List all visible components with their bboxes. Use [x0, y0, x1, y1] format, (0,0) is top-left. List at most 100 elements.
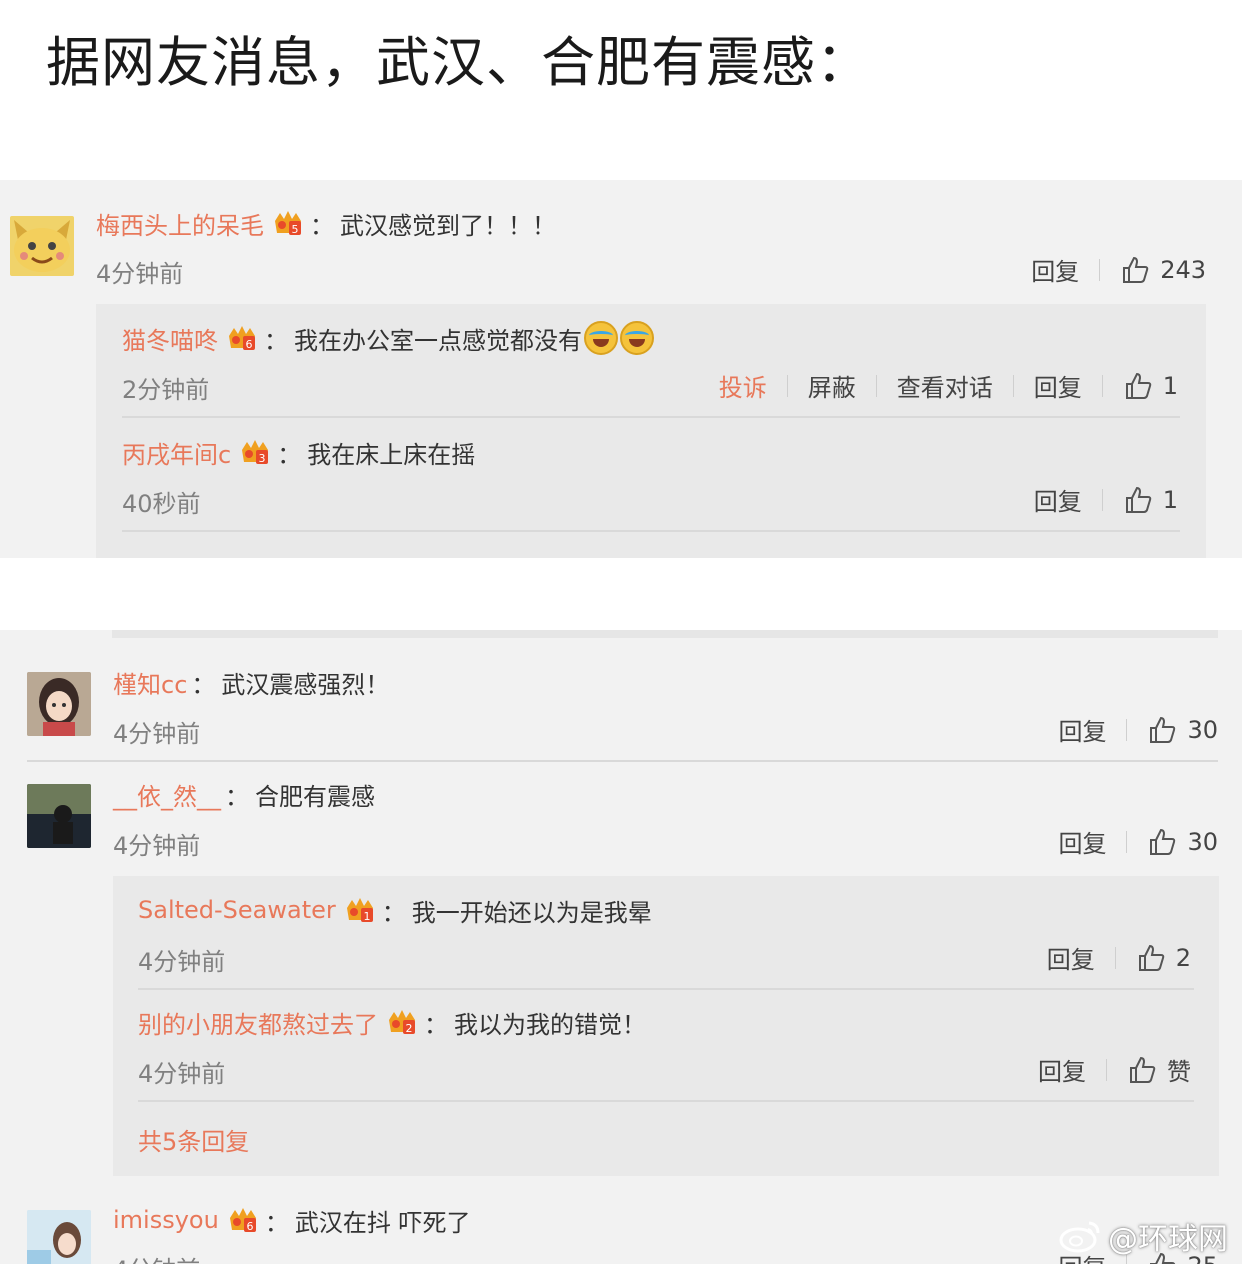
- like-button[interactable]: 1: [1123, 485, 1178, 515]
- reply-button[interactable]: 回复: [1038, 1052, 1086, 1087]
- like-count: 243: [1160, 255, 1206, 284]
- reply-header: Salted-Seawater 1 ： 我一开始还以为是我晕: [138, 892, 652, 928]
- comment-time: 4分钟前: [113, 832, 201, 860]
- laugh-cry-emoji-icon: [620, 321, 654, 355]
- like-count: 2: [1175, 943, 1191, 972]
- vip-badge-icon: 5: [272, 209, 304, 237]
- reply-button[interactable]: 回复: [1058, 824, 1106, 859]
- comment-text: 武汉感觉到了！！！: [340, 211, 556, 240]
- avatar[interactable]: [27, 1210, 91, 1264]
- username[interactable]: Salted-Seawater: [138, 896, 336, 924]
- vip-badge-icon: 6: [226, 324, 258, 352]
- comment-time: 4分钟前: [113, 720, 201, 748]
- username[interactable]: imissyou: [113, 1206, 219, 1234]
- reply-button[interactable]: 回复: [1058, 712, 1106, 747]
- reply-actions: 回复 1: [1034, 482, 1178, 517]
- like-button[interactable]: 30: [1147, 827, 1218, 857]
- divider: [138, 1100, 1194, 1102]
- reply-actions: 回复 2: [1047, 940, 1191, 975]
- username[interactable]: 猫冬喵咚: [122, 321, 218, 356]
- reply-text: 我在办公室一点感觉都没有: [294, 326, 582, 355]
- divider: [138, 988, 1194, 990]
- svg-text:1: 1: [363, 910, 370, 923]
- thumbs-up-icon: [1123, 256, 1149, 283]
- reply-header: 猫冬喵咚 6 ： 我在办公室一点感觉都没有: [122, 320, 654, 356]
- comment-header: imissyou 6 ： 武汉在抖 吓死了: [113, 1202, 470, 1238]
- reply-actions: 投诉 屏蔽 查看对话 回复 1: [719, 368, 1178, 403]
- divider: [112, 630, 1218, 638]
- laugh-cry-emoji-icon: [584, 321, 618, 355]
- thumbs-up-icon: [1130, 1056, 1156, 1083]
- comment-time: 4分钟前: [113, 1250, 200, 1264]
- avatar[interactable]: [27, 784, 91, 848]
- watermark: @环球网: [1058, 1214, 1228, 1258]
- headline: 据网友消息，武汉、合肥有震感：: [46, 31, 871, 94]
- weibo-logo-icon: [1059, 1221, 1100, 1253]
- reply-button[interactable]: 回复: [1034, 482, 1082, 517]
- reply-time: 40秒前: [122, 490, 201, 518]
- like-button[interactable]: 30: [1147, 715, 1218, 745]
- watermark-text: @环球网: [1108, 1222, 1228, 1257]
- vip-badge-icon: 6: [227, 1206, 259, 1234]
- like-button[interactable]: 赞: [1127, 1052, 1191, 1087]
- divider: [27, 760, 1218, 762]
- svg-text:2: 2: [406, 1022, 413, 1035]
- avatar[interactable]: [27, 672, 91, 736]
- divider: [122, 530, 1180, 532]
- reply-text: 我在床上床在摇: [307, 440, 476, 469]
- replies-box: Salted-Seawater 1 ： 我一开始还以为是我晕 4分钟前 回复 2…: [113, 876, 1219, 1176]
- comment-actions: 回复 30: [1058, 712, 1218, 747]
- comment-header: 槿知cc ： 武汉震感强烈！: [113, 664, 389, 700]
- svg-text:6: 6: [246, 338, 253, 351]
- comment-header: 梅西头上的呆毛 5 ： 武汉感觉到了！！！: [96, 206, 556, 240]
- username[interactable]: __依_然__: [113, 777, 221, 812]
- vip-badge-icon: 3: [239, 438, 271, 466]
- svg-text:3: 3: [259, 452, 266, 465]
- reply-button[interactable]: 回复: [1031, 252, 1079, 287]
- svg-text:6: 6: [246, 1220, 253, 1233]
- like-count: 1: [1162, 371, 1178, 400]
- like-button[interactable]: 2: [1136, 943, 1191, 973]
- thumbs-up-icon: [1150, 828, 1176, 855]
- comment-panel-2: 槿知cc ： 武汉震感强烈！ 4分钟前 回复 30 __依_然__ ： 合肥有震…: [0, 630, 1242, 1264]
- username[interactable]: 梅西头上的呆毛: [96, 206, 264, 241]
- reply-header: 别的小朋友都熬过去了 2 ： 我以为我的错觉！: [138, 1004, 646, 1040]
- comment-text: 合肥有震感: [255, 782, 375, 811]
- view-conversation-button[interactable]: 查看对话: [897, 368, 993, 403]
- comment-actions: 回复 243: [1031, 252, 1206, 287]
- comment-panel-1: 梅西头上的呆毛 5 ： 武汉感觉到了！！！ 4分钟前 回复 243 猫冬喵咚 6…: [0, 180, 1242, 558]
- like-count: 30: [1187, 827, 1218, 856]
- more-replies-link[interactable]: 共5条回复: [138, 1122, 249, 1157]
- svg-text:5: 5: [292, 223, 299, 236]
- divider: [122, 416, 1180, 418]
- thumbs-up-icon: [1125, 372, 1151, 399]
- username[interactable]: 槿知cc: [113, 665, 187, 700]
- reply-button[interactable]: 回复: [1047, 940, 1095, 975]
- block-button[interactable]: 屏蔽: [808, 368, 856, 403]
- reply-time: 4分钟前: [138, 948, 226, 976]
- comment-text: 武汉震感强烈！: [221, 670, 390, 699]
- avatar[interactable]: [10, 216, 74, 276]
- thumbs-up-icon: [1150, 716, 1176, 743]
- vip-badge-icon: 2: [386, 1008, 418, 1036]
- comment-time: 4分钟前: [96, 260, 184, 288]
- comment-actions: 回复 30: [1058, 824, 1218, 859]
- reply-text: 我以为我的错觉！: [454, 1010, 646, 1039]
- comment-text: 武汉在抖 吓死了: [294, 1208, 471, 1237]
- like-button[interactable]: 243: [1120, 255, 1206, 285]
- like-count: 30: [1187, 715, 1218, 744]
- like-label: 赞: [1167, 1058, 1191, 1086]
- username[interactable]: 丙戌年间c: [122, 435, 231, 470]
- thumbs-up-icon: [1138, 944, 1164, 971]
- like-count: 1: [1162, 485, 1178, 514]
- reply-button[interactable]: 回复: [1034, 368, 1082, 403]
- report-button[interactable]: 投诉: [719, 368, 767, 403]
- reply-actions: 回复 赞: [1038, 1052, 1191, 1087]
- reply-text: 我一开始还以为是我晕: [411, 898, 652, 927]
- username[interactable]: 别的小朋友都熬过去了: [138, 1005, 378, 1040]
- comment-header: __依_然__ ： 合肥有震感: [113, 776, 375, 812]
- thumbs-up-icon: [1125, 486, 1151, 513]
- replies-box: 猫冬喵咚 6 ： 我在办公室一点感觉都没有 2分钟前 投诉 屏蔽 查看对话 回复…: [96, 304, 1206, 558]
- vip-badge-icon: 1: [344, 896, 376, 924]
- like-button[interactable]: 1: [1123, 371, 1178, 401]
